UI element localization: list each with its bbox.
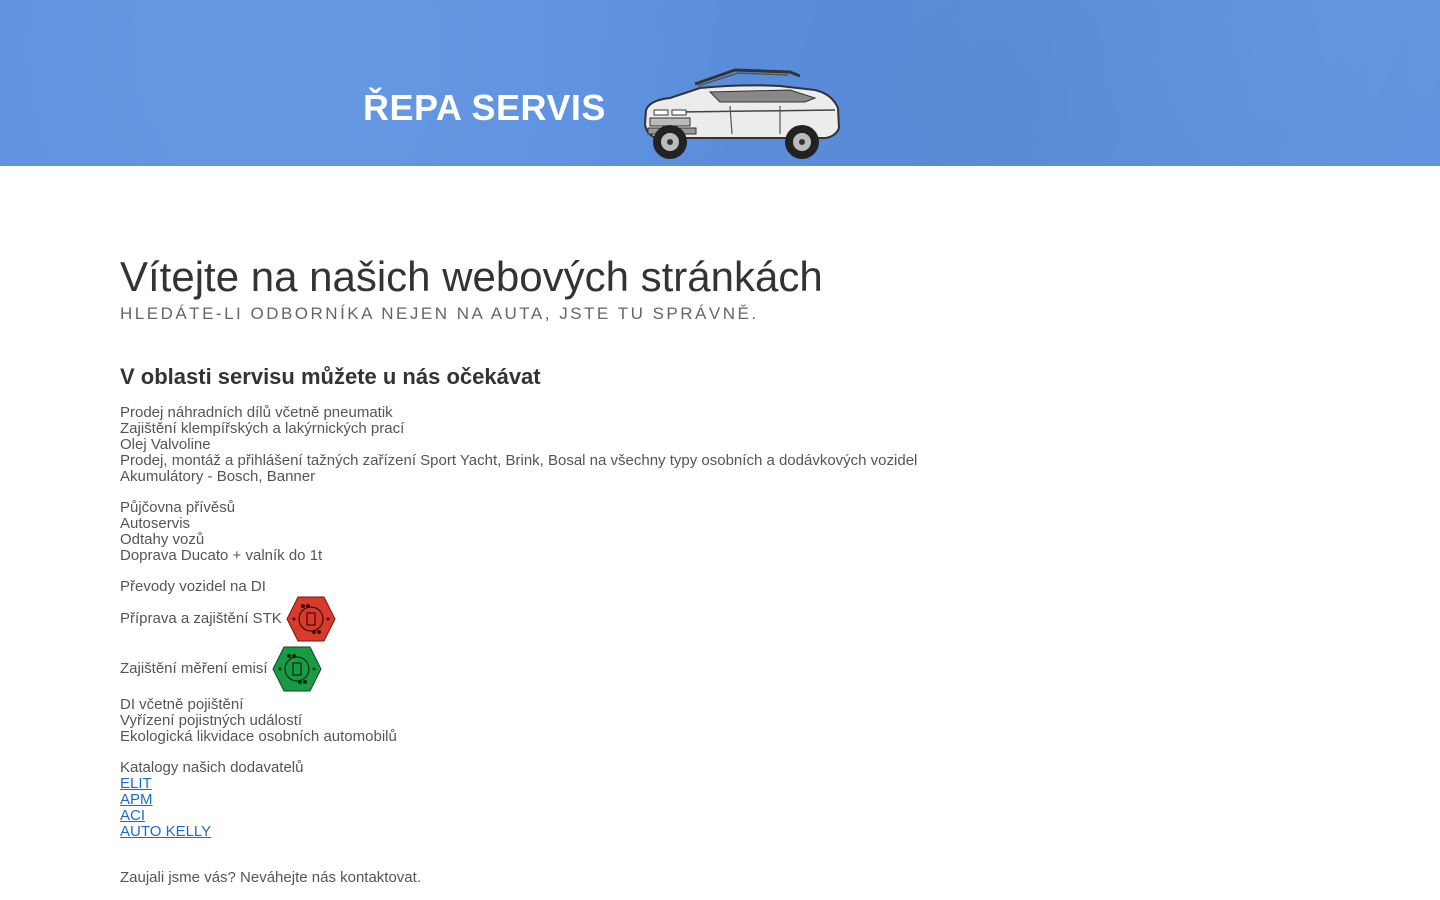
service-item: Prodej náhradních dílů včetně pneumatik (120, 404, 393, 421)
contact-text: Zaujali jsme vás? Neváhejte nás kontakto… (120, 869, 421, 886)
service-item: Vyřízení pojistných událostí (120, 712, 303, 729)
emise-label: Zajištění měření emisí (120, 660, 268, 677)
service-item: Prodej, montáž a přihlášení tažných zaří… (120, 452, 918, 469)
catalogs-section: Katalogy našich dodavatelů ELIT APM ACI … (120, 760, 917, 840)
services-list: Prodej náhradních dílů včetně pneumatik … (120, 405, 917, 855)
services-group-1: Prodej náhradních dílů včetně pneumatik … (120, 405, 917, 485)
page-subtitle: HLEDÁTE-LI ODBORNÍKA NEJEN NA AUTA, JSTE… (120, 304, 759, 323)
service-item: Půjčovna přívěsů (120, 499, 236, 516)
service-item: Zajištění klempířských a lakýrnických pr… (120, 420, 405, 437)
service-item: Olej Valvoline (120, 436, 211, 453)
service-item: Autoservis (120, 515, 191, 532)
service-item: Doprava Ducato + valník do 1t (120, 547, 323, 564)
catalogs-label: Katalogy našich dodavatelů (120, 759, 304, 776)
service-item: Akumulátory - Bosch, Banner (120, 468, 316, 485)
main-content: Vítejte na našich webových stránkách HLE… (120, 250, 1020, 886)
stk-line: Příprava a zajištění STK (120, 595, 917, 643)
catalog-link-apm[interactable]: APM (120, 792, 917, 808)
site-logo[interactable]: ŘEPA SERVIS (363, 88, 606, 128)
page-title: Vítejte na našich webových stránkách (120, 253, 823, 300)
emise-line: Zajištění měření emisí (120, 645, 917, 693)
services-group-4: DI včetně pojištění Vyřízení pojistných … (120, 697, 917, 745)
stk-label: Příprava a zajištění STK (120, 610, 282, 627)
service-item: DI včetně pojištění (120, 696, 244, 713)
services-group-2: Půjčovna přívěsů Autoservis Odtahy vozů … (120, 500, 917, 564)
services-group-3: Převody vozidel na DI Příprava a zajiště… (120, 579, 917, 693)
car-illustration (643, 68, 841, 159)
catalog-link-aci[interactable]: ACI (120, 808, 917, 824)
service-item: Odtahy vozů (120, 531, 205, 548)
emise-badge-icon (271, 646, 322, 692)
site-header: ŘEPA SERVIS (0, 0, 1440, 166)
stk-badge-icon (286, 596, 336, 642)
section-title: V oblasti servisu můžete u nás očekávat (120, 364, 541, 389)
catalog-link-auto-kelly[interactable]: AUTO KELLY (120, 824, 917, 840)
catalog-link-elit[interactable]: ELIT (120, 776, 917, 792)
service-item: Ekologická likvidace osobních automobilů (120, 728, 397, 745)
service-item: Převody vozidel na DI (120, 578, 266, 595)
